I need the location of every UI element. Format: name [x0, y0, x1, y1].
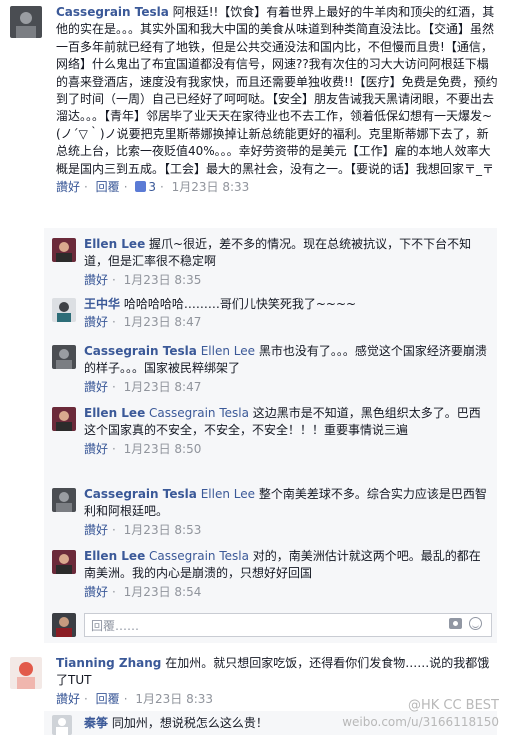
- reply-time[interactable]: 1月23日 8:35: [124, 273, 202, 287]
- reply-author[interactable]: Cassegrain Tesla: [84, 487, 197, 501]
- avatar[interactable]: [52, 238, 76, 262]
- thumbs-up-icon: [135, 181, 147, 193]
- avatar[interactable]: [10, 6, 42, 38]
- reply-time[interactable]: 1月23日 8:50: [124, 442, 202, 456]
- reply-mention[interactable]: Ellen Lee: [201, 344, 255, 358]
- reply-author[interactable]: Cassegrain Tesla: [84, 344, 197, 358]
- reply-composer: 回覆……: [52, 613, 492, 639]
- comment-text: 阿根廷!!【饮食】有着世界上最好的牛羊肉和顶尖的红酒，其他的实在是。。。其实外国…: [56, 5, 498, 176]
- reply-mention[interactable]: Cassegrain Tesla: [149, 549, 249, 563]
- like-link[interactable]: 讚好: [84, 442, 108, 456]
- like-link[interactable]: 讚好: [84, 380, 108, 394]
- like-link[interactable]: 讚好: [56, 180, 80, 194]
- reply-time[interactable]: 1月23日 8:53: [124, 523, 202, 537]
- reply-placeholder: 回覆……: [91, 619, 140, 633]
- avatar[interactable]: [52, 345, 76, 369]
- camera-icon[interactable]: [449, 618, 462, 629]
- reply-author[interactable]: 秦筝: [84, 716, 108, 730]
- reply-text: 同加州，想说税怎么这么贵！: [111, 716, 268, 730]
- reply-author[interactable]: Ellen Lee: [84, 549, 145, 563]
- avatar[interactable]: [52, 298, 76, 322]
- watermark: @HK CC BEST weibo.com/u/3166118150: [342, 697, 499, 731]
- like-link[interactable]: 讚好: [84, 315, 108, 329]
- reply-author[interactable]: Ellen Lee: [84, 237, 145, 251]
- avatar[interactable]: [10, 657, 42, 689]
- reply-link[interactable]: 回覆: [96, 692, 120, 706]
- like-count[interactable]: 3: [135, 180, 156, 194]
- avatar[interactable]: [52, 550, 76, 574]
- reply-time[interactable]: 1月23日 8:47: [124, 380, 202, 394]
- emoji-icon[interactable]: [469, 617, 482, 630]
- reply-author[interactable]: Ellen Lee: [84, 406, 145, 420]
- watermark-line2: weibo.com/u/3166118150: [342, 715, 499, 729]
- avatar[interactable]: [52, 488, 76, 512]
- reply-link[interactable]: 回覆: [96, 180, 120, 194]
- reply-input[interactable]: 回覆……: [84, 613, 492, 637]
- avatar[interactable]: [52, 715, 72, 735]
- watermark-line1: @HK CC BEST: [407, 698, 499, 713]
- reply-time[interactable]: 1月23日 8:54: [124, 585, 202, 599]
- like-link[interactable]: 讚好: [84, 273, 108, 287]
- avatar[interactable]: [52, 407, 76, 431]
- like-link[interactable]: 讚好: [84, 585, 108, 599]
- reply-mention[interactable]: Ellen Lee: [201, 487, 255, 501]
- comment-author[interactable]: Cassegrain Tesla: [56, 5, 169, 19]
- comment-time[interactable]: 1月23日 8:33: [172, 180, 250, 194]
- reply-mention[interactable]: Cassegrain Tesla: [149, 406, 249, 420]
- like-link[interactable]: 讚好: [84, 523, 108, 537]
- comment-thread: Cassegrain Tesla 阿根廷!!【饮食】有着世界上最好的牛羊肉和顶尖…: [0, 0, 507, 735]
- avatar: [52, 613, 76, 637]
- reply-author[interactable]: 王中华: [84, 297, 120, 311]
- like-link[interactable]: 讚好: [56, 692, 80, 706]
- reply-text: 哈哈哈哈哈………哥们儿快笑死我了~~~~: [123, 297, 357, 311]
- comment-time[interactable]: 1月23日 8:33: [135, 692, 213, 706]
- comment-author[interactable]: Tianning Zhang: [56, 656, 161, 670]
- reply-time[interactable]: 1月23日 8:47: [124, 315, 202, 329]
